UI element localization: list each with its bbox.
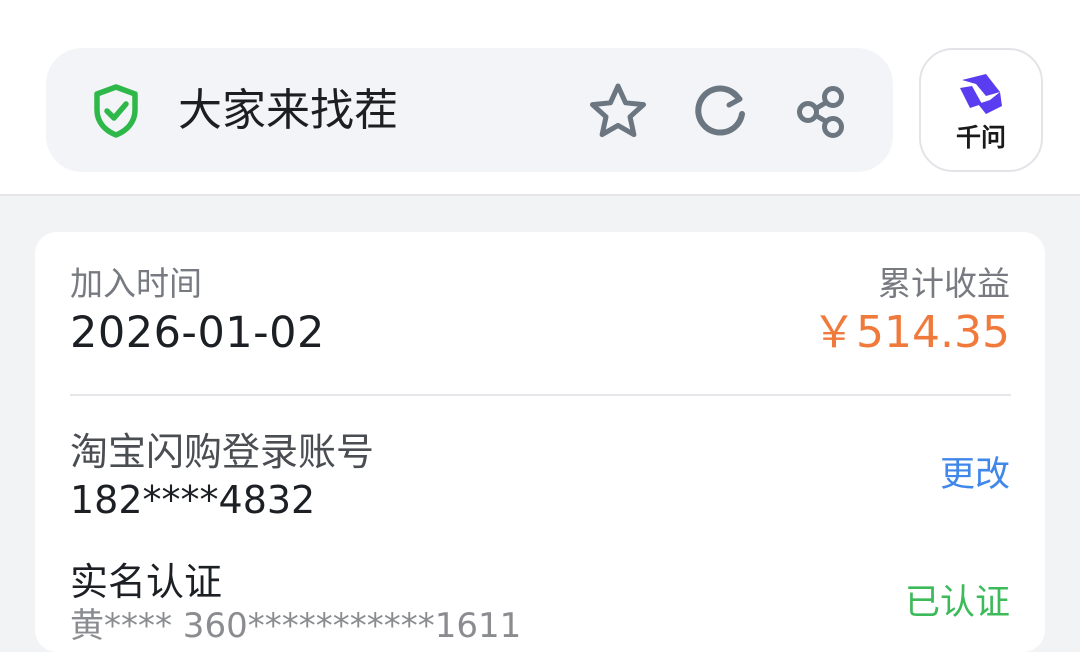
real-name-verification-detail: 黄**** 360***********1611 [70, 606, 522, 646]
login-account-value: 182****4832 [70, 478, 316, 522]
reload-button[interactable] [688, 80, 752, 144]
address-bar[interactable] [46, 48, 893, 172]
reload-icon [695, 85, 745, 136]
shield-check-icon [94, 84, 138, 138]
verification-status: 已认证 [904, 583, 1010, 623]
section-divider [70, 394, 1011, 396]
browser-toolbar: 大家来找茬 千问 [0, 0, 1080, 196]
total-earnings-value: ￥514.35 [812, 307, 1010, 358]
join-date-value: 2026-01-02 [70, 308, 325, 358]
bookmark-button[interactable] [586, 80, 650, 144]
qianwen-assistant-button[interactable]: 千问 [919, 48, 1043, 172]
page-title: 大家来找茬 [178, 85, 398, 136]
account-info-card: 加入时间 2026-01-02 累计收益 ￥514.35 淘宝闪购登录账号 18… [35, 232, 1045, 652]
qianwen-logo-icon [960, 74, 1002, 114]
total-earnings-label: 累计收益 [878, 264, 1010, 303]
real-name-verification-label: 实名认证 [70, 560, 223, 604]
login-account-label: 淘宝闪购登录账号 [70, 430, 375, 474]
share-icon [797, 86, 844, 138]
qianwen-label: 千问 [955, 123, 1006, 152]
share-button[interactable] [789, 80, 853, 144]
star-icon [590, 83, 646, 138]
join-time-label: 加入时间 [70, 264, 202, 303]
change-account-link[interactable]: 更改 [940, 452, 1010, 498]
